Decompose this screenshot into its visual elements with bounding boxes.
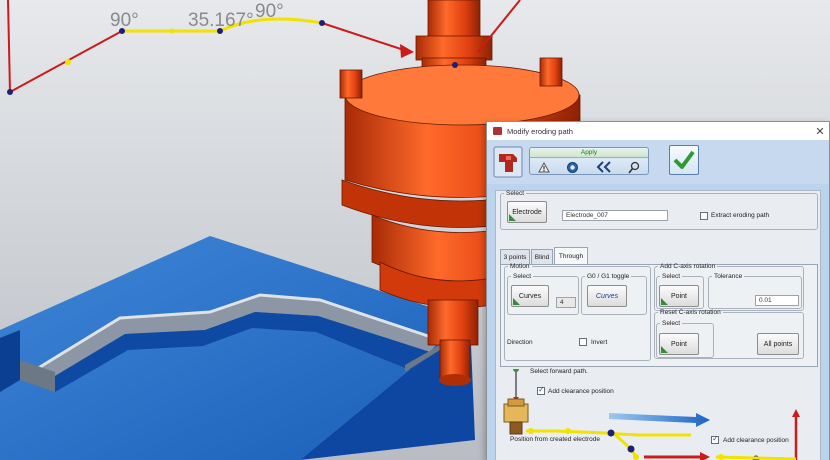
- c-axis-select-legend: Select: [662, 273, 681, 280]
- electrode-icon: [503, 398, 529, 435]
- dimension-label-angle-3: 90°: [255, 1, 284, 22]
- tab-blind[interactable]: Blind: [531, 249, 553, 264]
- extract-eroding-path-checkbox[interactable]: [700, 212, 708, 220]
- tab-through[interactable]: Through: [554, 247, 588, 264]
- electrode-name-field[interactable]: Electrode_007: [562, 210, 668, 221]
- warning-icon[interactable]: [538, 161, 550, 173]
- dialog-titlebar[interactable]: Modify eroding path ✕: [487, 122, 829, 140]
- dimension-label-angle-2: 35.167°: [188, 10, 254, 31]
- dimension-label-angle-1: 90°: [110, 10, 139, 31]
- g0-g1-curves-button[interactable]: Curves: [587, 285, 627, 307]
- options-panel: Select Electrode Electrode_007 Extract e…: [495, 190, 821, 460]
- electrode-button-label: Electrode: [512, 208, 542, 216]
- add-c-axis-legend: Add C-axis rotation: [660, 263, 716, 270]
- tolerance-legend: Tolerance: [714, 273, 743, 280]
- all-points-button[interactable]: All points: [757, 333, 799, 355]
- electrode-button[interactable]: Electrode: [507, 201, 547, 223]
- curves-select-button[interactable]: Curves: [511, 285, 549, 307]
- invert-label: Invert: [591, 339, 608, 346]
- reset-point-button[interactable]: Point: [659, 333, 699, 355]
- help-diagram-graphic: [503, 369, 800, 460]
- add-clearance-checkbox-1[interactable]: [537, 385, 545, 395]
- back-arrows-icon[interactable]: [596, 161, 612, 173]
- gear-icon[interactable]: [566, 161, 579, 174]
- dialog-toolbar: Apply: [487, 140, 829, 184]
- ok-checkmark-button[interactable]: [669, 145, 699, 175]
- add-clearance-label-2: Add clearance position: [723, 437, 789, 444]
- electrode-tool-icon[interactable]: [493, 146, 523, 178]
- tolerance-field[interactable]: 0.01: [755, 295, 799, 306]
- g0-g1-curves-label: Curves: [595, 292, 619, 300]
- dialog-title: Modify eroding path: [507, 126, 573, 136]
- apply-toolbar-group: Apply: [529, 147, 649, 175]
- motion-select-legend: Select: [513, 273, 532, 280]
- select-forward-path-label: Select forward path.: [530, 368, 588, 375]
- c-axis-point-button[interactable]: Point: [659, 285, 699, 307]
- dialog-body: Apply Select Electrode Electrode_007 Ext…: [487, 140, 829, 460]
- reset-c-axis-legend: Reset C-axis rotation: [660, 309, 721, 316]
- apply-button[interactable]: Apply: [530, 149, 648, 158]
- motion-legend: Motion: [510, 263, 530, 270]
- search-icon[interactable]: [628, 161, 640, 174]
- reset-point-label: Point: [671, 340, 687, 348]
- position-from-electrode-label: Position from created electrode: [510, 436, 600, 443]
- help-diagram: Select forward path. Add clearance posit…: [496, 368, 822, 460]
- direction-label: Direction: [507, 339, 533, 346]
- modify-eroding-path-dialog: Modify eroding path ✕ Apply Select Elect…: [486, 121, 830, 460]
- through-tab-body: Motion Select Curves 4 G0 / G1 toggle Cu…: [500, 263, 818, 367]
- add-clearance-checkbox-2[interactable]: [711, 434, 719, 444]
- close-button[interactable]: ✕: [811, 125, 829, 138]
- curves-count-field: 4: [556, 297, 576, 308]
- add-clearance-label-1: Add clearance position: [548, 388, 614, 395]
- select-group-legend: Select: [506, 190, 525, 197]
- extract-eroding-path-label: Extract eroding path: [711, 212, 770, 219]
- tab-3-points[interactable]: 3 points: [500, 249, 530, 264]
- app-icon: [493, 127, 502, 135]
- reset-select-legend: Select: [662, 320, 681, 327]
- c-axis-point-label: Point: [671, 292, 687, 300]
- all-points-label: All points: [763, 340, 793, 348]
- g0-g1-legend: G0 / G1 toggle: [587, 273, 630, 280]
- curves-select-label: Curves: [518, 292, 542, 300]
- checkmark-icon: [673, 150, 695, 169]
- invert-checkbox[interactable]: [579, 338, 587, 346]
